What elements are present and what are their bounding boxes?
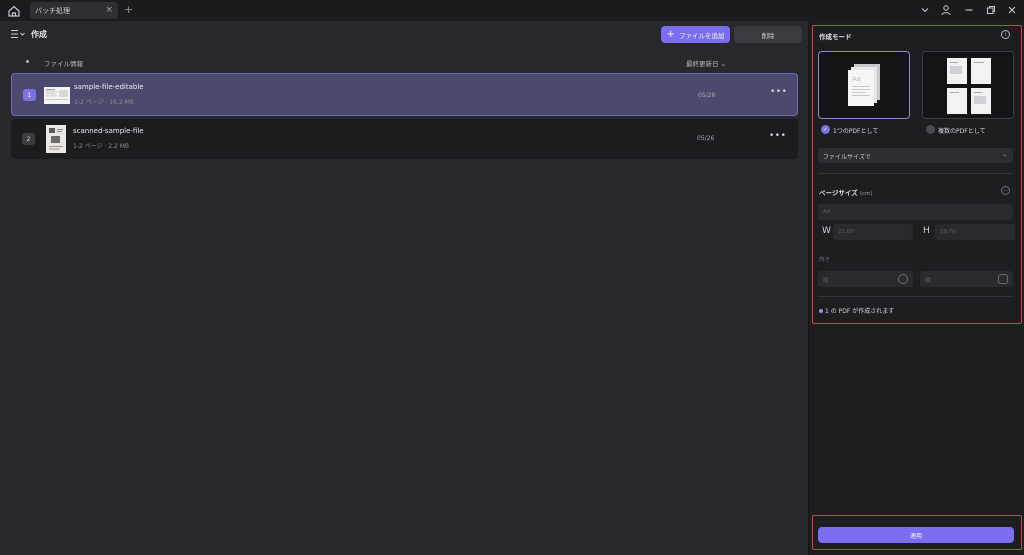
width-label: W — [822, 226, 831, 236]
more-horizontal-icon[interactable]: ••• — [770, 87, 787, 97]
divider — [818, 173, 1013, 174]
orientation-portrait-label: 縦 — [823, 278, 829, 284]
page-size-title: ページサイズ (cm) — [819, 187, 873, 197]
mode-card-multiple-pdf[interactable] — [922, 51, 1014, 119]
split-by-dropdown[interactable]: ファイルサイズで ⌄ — [818, 148, 1013, 163]
tab-label: バッチ処理 — [35, 7, 70, 15]
landscape-icon — [998, 274, 1008, 284]
width-value: 21.00 — [838, 229, 854, 235]
summary-text: 1 の PDF が作成されます — [825, 308, 895, 315]
home-icon[interactable] — [6, 3, 22, 19]
page-title: 作成 — [31, 30, 47, 39]
orientation-label: 向き — [819, 257, 831, 263]
file-list-panel: 作成 + ファイルを追加 削除 ファイル情報 最終更新日 ⌄ 1 sample-… — [0, 21, 808, 555]
radio-label-multiple-pdf[interactable]: 複数のPDFとして — [938, 126, 986, 135]
check-icon: ✓ — [822, 126, 829, 133]
tab-batch-process[interactable]: バッチ処理 × — [30, 2, 118, 19]
file-thumbnail — [46, 125, 66, 153]
page-size-toggle-icon[interactable]: − — [1001, 186, 1010, 195]
column-header-file-info: ファイル情報 — [44, 60, 83, 68]
portrait-icon — [898, 274, 908, 284]
close-icon[interactable] — [1006, 4, 1018, 16]
page-size-unit: (cm) — [859, 191, 873, 197]
height-value: 29.70 — [940, 229, 956, 235]
orientation-landscape-label: 横 — [925, 278, 931, 284]
list-icon[interactable] — [10, 29, 26, 39]
page-size-value: A4 — [823, 209, 831, 215]
file-name: scanned-sample-file — [73, 127, 144, 135]
dropdown-value: ファイルサイズで — [823, 154, 871, 161]
summary-dot — [819, 309, 823, 313]
file-meta: 1-2 ページ · 2.2 MB — [73, 143, 130, 150]
row-index-badge: 1 — [23, 89, 36, 101]
apply-button[interactable]: 適用 — [818, 527, 1014, 543]
select-all-dot[interactable] — [26, 60, 29, 63]
file-date: 05/26 — [697, 135, 715, 142]
file-name: sample-file-editable — [74, 83, 144, 91]
delete-button[interactable]: 削除 — [734, 26, 802, 43]
file-meta: 1-2 ページ · 16.2 MB — [74, 99, 134, 106]
height-input[interactable]: 29.70 — [935, 224, 1015, 240]
add-file-button[interactable]: + ファイルを追加 — [661, 26, 730, 43]
more-horizontal-icon[interactable]: ••• — [769, 131, 786, 141]
width-input[interactable]: 21.00 — [833, 224, 913, 240]
radio-label-single-pdf[interactable]: 1つのPDFとして — [833, 126, 878, 135]
multiple-pdf-illustration — [947, 58, 991, 114]
single-pdf-illustration: Aa — [848, 64, 880, 106]
page-size-label: ページサイズ — [819, 189, 858, 197]
radio-single-pdf[interactable]: ✓ — [821, 125, 830, 134]
chevron-down-icon[interactable] — [919, 4, 931, 16]
minimize-icon[interactable] — [963, 4, 975, 16]
restore-icon[interactable] — [985, 4, 997, 16]
orientation-landscape[interactable]: 横 — [920, 271, 1013, 287]
new-tab-button[interactable]: + — [124, 3, 133, 17]
add-file-label: ファイルを追加 — [678, 31, 725, 40]
settings-panel: 作成モード i Aa ✓ 1つのPDFとして 複数のPDFとして ファイルサイズ… — [808, 21, 1024, 555]
divider — [818, 296, 1013, 297]
svg-text:Aa: Aa — [852, 75, 861, 83]
chevron-down-icon: ⌄ — [1001, 151, 1007, 158]
column-header-last-modified[interactable]: 最終更新日 ⌄ — [686, 58, 726, 68]
tab-close-icon[interactable]: × — [105, 5, 113, 15]
mode-card-single-pdf[interactable]: Aa — [818, 51, 910, 119]
info-icon[interactable]: i — [1001, 30, 1010, 39]
height-label: H — [923, 226, 930, 236]
file-row[interactable]: 2 scanned-sample-file 1-2 ページ · 2.2 MB 0… — [11, 119, 798, 159]
plus-icon: + — [666, 28, 675, 40]
row-index-badge: 2 — [22, 133, 35, 145]
page-size-select[interactable]: A4 — [818, 204, 1013, 220]
file-row[interactable]: 1 sample-file-editable 1-2 ページ · 16.2 MB… — [11, 73, 798, 116]
title-bar: バッチ処理 × + — [0, 0, 1024, 21]
radio-multiple-pdf[interactable] — [926, 125, 935, 134]
account-icon[interactable] — [940, 4, 952, 16]
creation-mode-title: 作成モード — [819, 33, 852, 41]
orientation-portrait[interactable]: 縦 — [818, 271, 913, 287]
file-thumbnail — [44, 87, 70, 104]
file-date: 05/26 — [698, 92, 716, 99]
